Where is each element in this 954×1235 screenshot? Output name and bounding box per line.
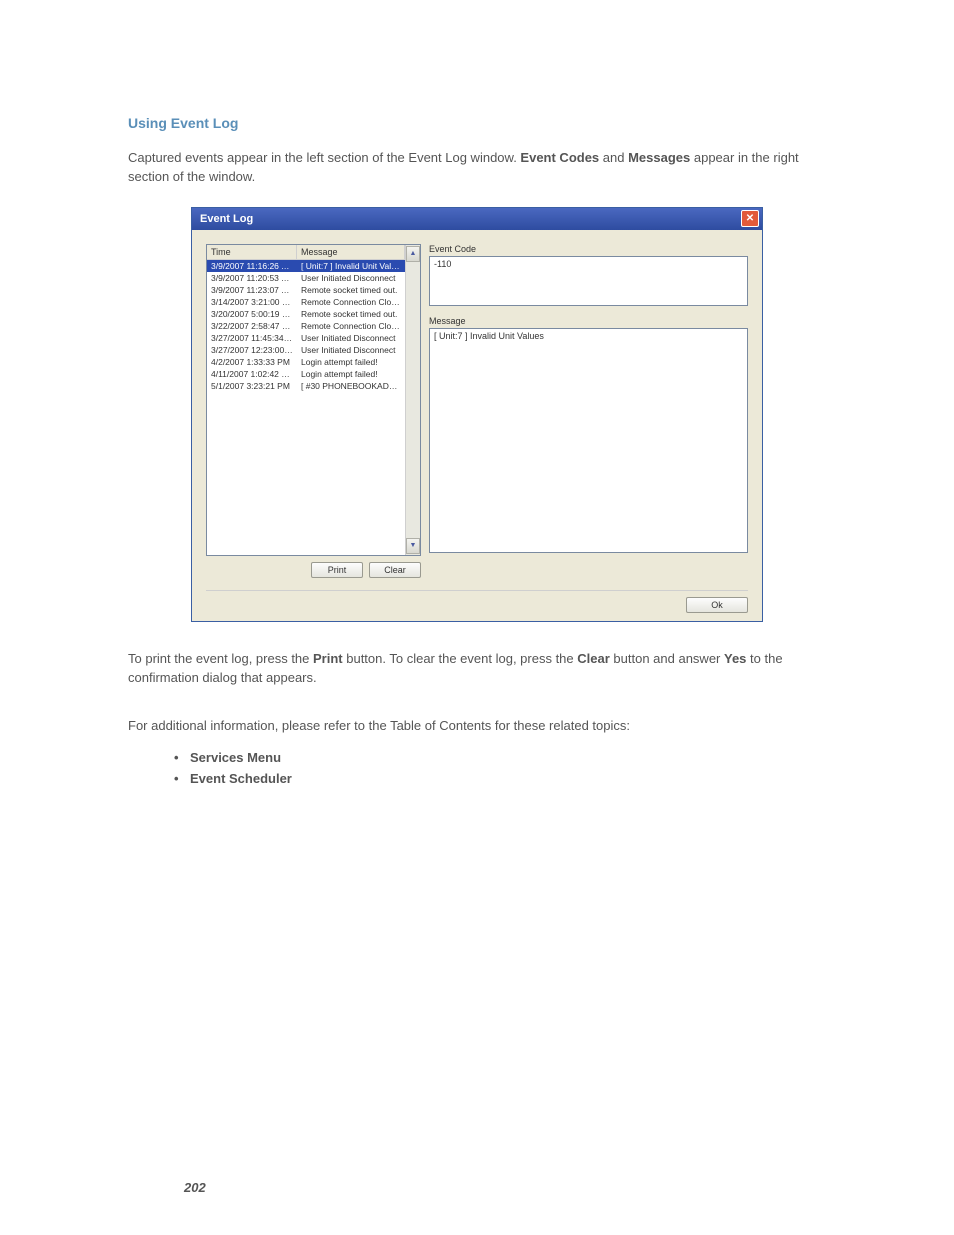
cell-message: Remote Connection Closed: [297, 296, 405, 308]
bullet-item: Event Scheduler: [174, 769, 826, 790]
cell-time: 3/9/2007 11:20:53 AM: [207, 272, 297, 284]
list-row[interactable]: 3/22/2007 2:58:47 PMRemote Connection Cl…: [207, 320, 405, 332]
close-icon: ✕: [746, 213, 754, 224]
list-row[interactable]: 3/27/2007 12:23:00 PMUser Initiated Disc…: [207, 344, 405, 356]
cell-message: Login attempt failed!: [297, 356, 405, 368]
chevron-up-icon: ▲: [410, 250, 417, 257]
list-row[interactable]: 4/2/2007 1:33:33 PMLogin attempt failed!: [207, 356, 405, 368]
text-bold: Clear: [577, 651, 610, 666]
column-header-message[interactable]: Message: [297, 245, 405, 259]
chevron-down-icon: ▼: [410, 542, 417, 549]
instruction-paragraph: To print the event log, press the Print …: [128, 650, 826, 688]
cell-time: 3/27/2007 12:23:00 PM: [207, 344, 297, 356]
cell-message: Remote socket timed out.: [297, 284, 405, 296]
cell-message: [ #30 PHONEBOOKADD 1 Test ] F: [297, 380, 405, 392]
titlebar: Event Log ✕: [192, 208, 762, 230]
close-button[interactable]: ✕: [741, 210, 759, 227]
list-header: Time Message: [207, 245, 405, 260]
event-code-field[interactable]: -110: [429, 256, 748, 306]
list-row[interactable]: 3/20/2007 5:00:19 PMRemote socket timed …: [207, 308, 405, 320]
cell-time: 3/14/2007 3:21:00 PM: [207, 296, 297, 308]
clear-button[interactable]: Clear: [369, 562, 421, 578]
message-label: Message: [429, 316, 748, 326]
text-bold: Event Codes: [520, 150, 599, 165]
event-log-window: Event Log ✕ Time Message 3/9/2007 11:16:…: [191, 207, 763, 622]
detail-panel: Event Code -110 Message [ Unit:7 ] Inval…: [429, 244, 748, 578]
cell-message: Login attempt failed!: [297, 368, 405, 380]
text-bold: Yes: [724, 651, 746, 666]
related-topics-paragraph: For additional information, please refer…: [128, 717, 826, 736]
cell-message: User Initiated Disconnect: [297, 332, 405, 344]
list-row[interactable]: 5/1/2007 3:23:21 PM[ #30 PHONEBOOKADD 1 …: [207, 380, 405, 392]
list-row[interactable]: 3/14/2007 3:21:00 PMRemote Connection Cl…: [207, 296, 405, 308]
text: button and answer: [610, 651, 724, 666]
text-bold: Print: [313, 651, 343, 666]
text: and: [599, 150, 628, 165]
bullet-list: Services MenuEvent Scheduler: [174, 748, 826, 790]
scroll-up-button[interactable]: ▲: [406, 246, 420, 262]
cell-time: 3/20/2007 5:00:19 PM: [207, 308, 297, 320]
bullet-item: Services Menu: [174, 748, 826, 769]
text: To print the event log, press the: [128, 651, 313, 666]
event-list[interactable]: Time Message 3/9/2007 11:16:26 AM[ Unit:…: [206, 244, 421, 556]
cell-time: 3/9/2007 11:16:26 AM: [207, 260, 297, 272]
cell-time: 3/27/2007 11:45:34 AM: [207, 332, 297, 344]
text: Captured events appear in the left secti…: [128, 150, 520, 165]
window-title: Event Log: [200, 213, 253, 225]
list-row[interactable]: 3/9/2007 11:23:07 AMRemote socket timed …: [207, 284, 405, 296]
list-row[interactable]: 4/11/2007 1:02:42 PMLogin attempt failed…: [207, 368, 405, 380]
cell-time: 3/22/2007 2:58:47 PM: [207, 320, 297, 332]
list-row[interactable]: 3/9/2007 11:16:26 AM[ Unit:7 ] Invalid U…: [207, 260, 405, 272]
cell-time: 4/2/2007 1:33:33 PM: [207, 356, 297, 368]
cell-message: Remote socket timed out.: [297, 308, 405, 320]
cell-message: [ Unit:7 ] Invalid Unit Values: [297, 260, 405, 272]
cell-time: 4/11/2007 1:02:42 PM: [207, 368, 297, 380]
list-row[interactable]: 3/27/2007 11:45:34 AMUser Initiated Disc…: [207, 332, 405, 344]
event-code-label: Event Code: [429, 244, 748, 254]
list-row[interactable]: 3/9/2007 11:20:53 AMUser Initiated Disco…: [207, 272, 405, 284]
intro-paragraph: Captured events appear in the left secti…: [128, 149, 826, 187]
text-bold: Messages: [628, 150, 690, 165]
cell-message: User Initiated Disconnect: [297, 272, 405, 284]
print-button[interactable]: Print: [311, 562, 363, 578]
cell-time: 3/9/2007 11:23:07 AM: [207, 284, 297, 296]
cell-message: Remote Connection Closed: [297, 320, 405, 332]
cell-message: User Initiated Disconnect: [297, 344, 405, 356]
section-heading: Using Event Log: [128, 115, 826, 131]
scrollbar[interactable]: ▲ ▼: [405, 245, 420, 555]
column-header-time[interactable]: Time: [207, 245, 297, 259]
ok-button[interactable]: Ok: [686, 597, 748, 613]
message-field[interactable]: [ Unit:7 ] Invalid Unit Values: [429, 328, 748, 553]
text: button. To clear the event log, press th…: [343, 651, 578, 666]
scroll-down-button[interactable]: ▼: [406, 538, 420, 554]
cell-time: 5/1/2007 3:23:21 PM: [207, 380, 297, 392]
event-list-panel: Time Message 3/9/2007 11:16:26 AM[ Unit:…: [206, 244, 421, 578]
page-number: 202: [184, 1180, 206, 1195]
